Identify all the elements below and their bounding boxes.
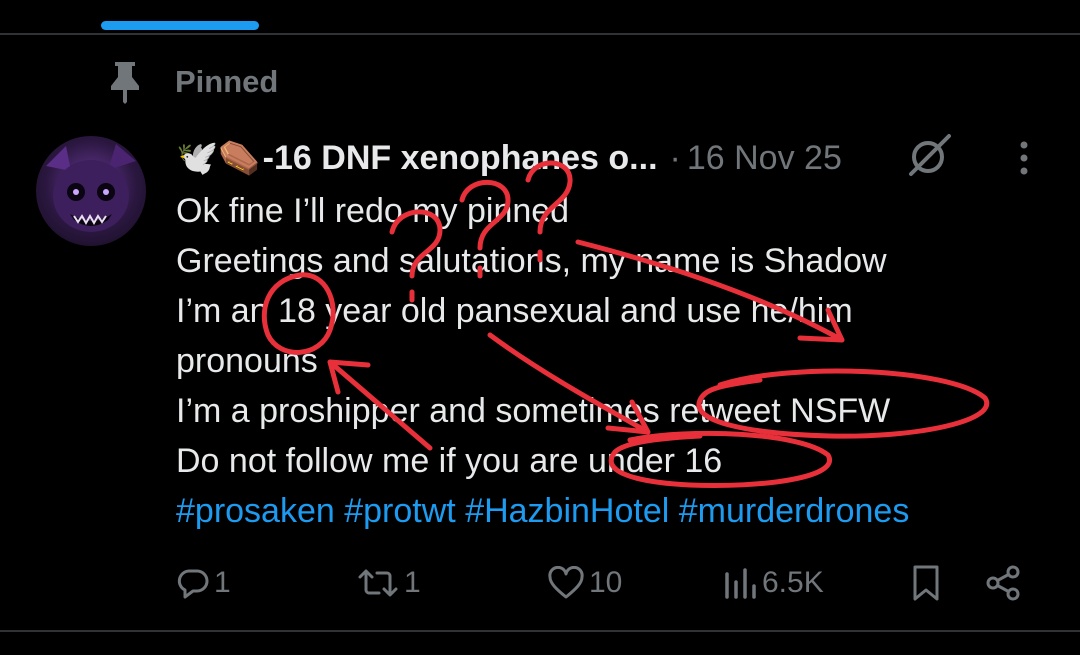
views-icon xyxy=(725,568,756,599)
views-button[interactable]: 6.5K xyxy=(722,555,824,611)
hashtag-line: #prosaken #protwt #HazbinHotel #murderdr… xyxy=(176,486,1056,536)
hashtag-link[interactable]: #prosaken xyxy=(176,492,335,530)
reply-icon xyxy=(177,569,209,599)
post-line: I’m a proshipper and sometimes retweet N… xyxy=(176,392,891,430)
pin-icon xyxy=(105,60,145,104)
bookmark-button[interactable] xyxy=(910,555,942,611)
hashtag-link[interactable]: #murderdrones xyxy=(679,492,910,530)
post-line: I’m an 18 year old pansexual and use he/… xyxy=(176,292,853,330)
separator-dot: · xyxy=(669,138,681,177)
like-button[interactable]: 10 xyxy=(547,555,622,611)
hashtag-link[interactable]: #protwt xyxy=(344,492,456,530)
post-date[interactable]: 16 Nov 25 xyxy=(687,139,842,178)
action-bar: 1 1 10 6.5K xyxy=(0,555,1080,611)
repost-icon xyxy=(358,569,398,597)
post-line: Do not follow me if you are under 16 xyxy=(176,442,723,480)
bookmark-icon xyxy=(913,565,939,601)
avatar[interactable] xyxy=(36,136,146,246)
post-line: pronouns xyxy=(176,342,318,380)
tab-indicator xyxy=(101,21,259,30)
repost-button[interactable]: 1 xyxy=(356,555,421,611)
like-icon xyxy=(548,566,584,599)
pinned-row: Pinned xyxy=(105,60,278,104)
like-count: 10 xyxy=(589,566,623,599)
more-icon[interactable] xyxy=(1010,138,1038,178)
hashtag-link[interactable]: #HazbinHotel xyxy=(465,492,669,530)
reply-button[interactable]: 1 xyxy=(176,555,231,611)
reply-count: 1 xyxy=(214,566,231,599)
share-icon xyxy=(986,565,1020,601)
post-line: Ok fine I’ll redo my pinned xyxy=(176,192,570,230)
share-button[interactable] xyxy=(985,555,1023,611)
post-header: 🕊️⚰️ -16 DNF xenophanes o... · 16 Nov 25 xyxy=(176,135,842,181)
post-line: Greetings and salutations, my name is Sh… xyxy=(176,242,887,280)
post-text: Ok fine I’ll redo my pinned Greetings an… xyxy=(176,186,1056,536)
repost-count: 1 xyxy=(404,566,421,599)
grok-icon[interactable] xyxy=(905,130,955,180)
bottom-divider xyxy=(0,630,1080,632)
author-emojis: 🕊️⚰️ xyxy=(176,139,261,177)
author-display-name[interactable]: -16 DNF xenophanes o... xyxy=(263,139,658,178)
views-count: 6.5K xyxy=(762,566,824,599)
pinned-label: Pinned xyxy=(175,64,279,99)
top-divider xyxy=(0,33,1080,35)
